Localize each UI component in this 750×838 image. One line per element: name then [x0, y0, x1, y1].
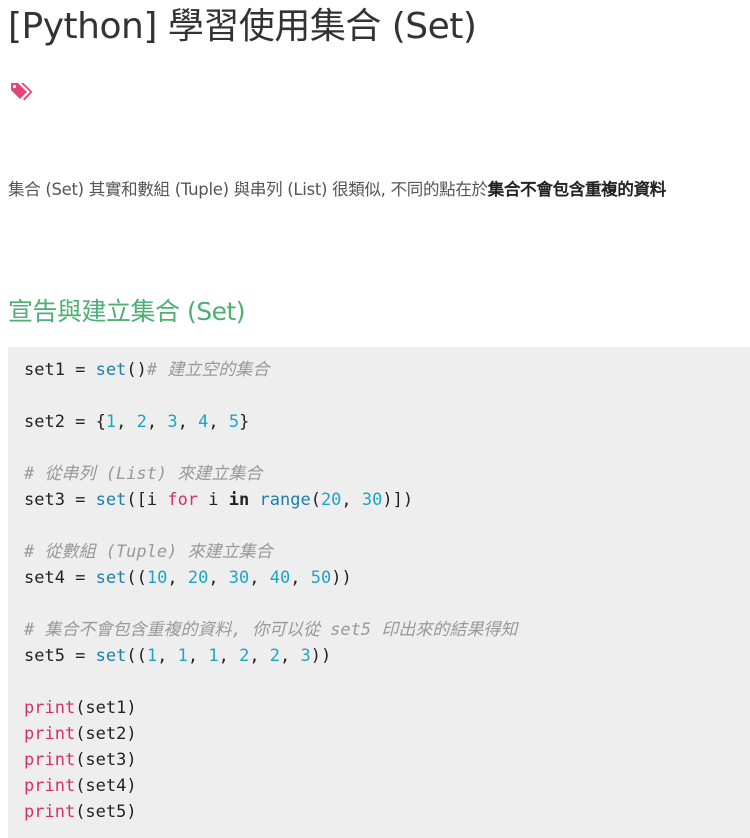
code-token-builtin: set [95, 568, 127, 588]
code-token-plain: set1 = [24, 360, 96, 380]
code-token-plain: )]) [382, 490, 414, 510]
code-token-print: print [24, 750, 76, 770]
code-token-number: 10 [146, 568, 168, 588]
code-token-in: in [228, 490, 250, 510]
code-line: set5 = set((1, 1, 1, 2, 2, 3)) [24, 643, 750, 669]
code-token-plain: (( [126, 568, 147, 588]
code-token-number: 1 [105, 412, 117, 432]
code-token-number: 2 [269, 646, 281, 666]
code-token-number: 4 [198, 412, 209, 432]
code-token-plain: , [208, 568, 229, 588]
code-token-number: 2 [136, 412, 147, 432]
code-token-plain: , [341, 490, 362, 510]
code-token-plain: , [208, 412, 229, 432]
code-token-number: 20 [187, 568, 209, 588]
code-token-number: 3 [167, 412, 178, 432]
code-token-builtin: set [95, 646, 127, 666]
code-line: # 集合不會包含重複的資料, 你可以從 set5 印出來的結果得知 [24, 617, 750, 643]
code-token-plain: set4 = [24, 568, 96, 588]
code-block[interactable]: set1 = set()# 建立空的集合 set2 = {1, 2, 3, 4, … [8, 347, 750, 838]
code-token-number: 2 [239, 646, 250, 666]
code-token-plain: , [116, 412, 137, 432]
code-token-number: 3 [300, 646, 311, 666]
code-token-plain: (set3) [75, 750, 137, 770]
code-token-number: 1 [146, 646, 158, 666]
code-token-number: 40 [269, 568, 291, 588]
code-token-plain: , [157, 646, 178, 666]
code-token-plain: , [218, 646, 240, 666]
code-token-plain: (set4) [75, 776, 137, 796]
code-token-plain: ([i [126, 490, 168, 510]
code-token-number: 30 [228, 568, 250, 588]
code-token-comment: # 從串列 (List) 來建立集合 [24, 464, 263, 484]
code-token-plain: , [249, 646, 270, 666]
intro-paragraph: 集合 (Set) 其實和數組 (Tuple) 與串列 (List) 很類似, 不… [8, 176, 666, 204]
code-token-builtin: set [95, 360, 127, 380]
code-line: print(set3) [24, 747, 750, 773]
code-token-plain: , [280, 646, 301, 666]
code-token-plain: set5 = [24, 646, 96, 666]
intro-text: 集合 (Set) 其實和數組 (Tuple) 與串列 (List) 很類似, 不… [8, 180, 488, 199]
page-title: [Python] 學習使用集合 (Set) [8, 6, 477, 47]
code-line: print(set4) [24, 773, 750, 799]
code-token-number: 5 [228, 412, 240, 432]
code-token-plain: , [290, 568, 311, 588]
intro-bold-text: 集合不會包含重複的資料 [487, 180, 667, 199]
code-token-plain: )) [331, 568, 352, 588]
code-token-plain: (set2) [75, 724, 137, 744]
code-token-plain: } [239, 412, 250, 432]
code-token-print: print [24, 776, 76, 796]
code-token-plain: , [167, 568, 188, 588]
code-line: # 從數組 (Tuple) 來建立集合 [24, 539, 750, 565]
code-token-plain: , [146, 412, 168, 432]
code-line: set4 = set((10, 20, 30, 40, 50)) [24, 565, 750, 591]
code-line: set2 = {1, 2, 3, 4, 5} [24, 409, 750, 435]
code-line: print(set2) [24, 721, 750, 747]
code-token-plain: , [177, 412, 199, 432]
code-token-number: 50 [310, 568, 332, 588]
code-token-plain: (( [126, 646, 147, 666]
code-token-builtin: set [95, 490, 127, 510]
code-line: set1 = set()# 建立空的集合 [24, 357, 750, 383]
code-line: print(set5) [24, 799, 750, 825]
code-token-print: print [24, 802, 76, 822]
code-token-comment: # 建立空的集合 [146, 360, 270, 380]
code-token-print: print [24, 698, 76, 718]
section-heading: 宣告與建立集合 (Set) [8, 297, 246, 326]
code-token-number: 1 [208, 646, 219, 666]
code-token-plain: (set1) [75, 698, 137, 718]
code-token-print: print [24, 724, 76, 744]
code-token-plain: )) [310, 646, 332, 666]
code-token-number: 1 [177, 646, 188, 666]
code-token-plain: , [187, 646, 209, 666]
code-token-number: 20 [320, 490, 342, 510]
code-token-plain: set3 = [24, 490, 96, 510]
code-token-comment: # 從數組 (Tuple) 來建立集合 [24, 542, 273, 562]
code-line: # 從串列 (List) 來建立集合 [24, 461, 750, 487]
code-token-comment: # 集合不會包含重複的資料, 你可以從 set5 印出來的結果得知 [24, 620, 518, 640]
tags-icon[interactable] [9, 79, 35, 105]
code-token-plain: ( [310, 490, 321, 510]
code-token-number: 30 [361, 490, 383, 510]
code-line: set3 = set([i for i in range(20, 30)]) [24, 487, 750, 513]
code-token-keyword: for [167, 490, 199, 510]
code-token-plain: , [249, 568, 270, 588]
code-token-plain: (set5) [75, 802, 137, 822]
code-token-plain: () [126, 360, 147, 380]
code-token-plain: i [198, 490, 229, 510]
code-token-builtin: range [259, 490, 311, 510]
code-token-plain: set2 = { [24, 412, 106, 432]
code-line: print(set1) [24, 695, 750, 721]
